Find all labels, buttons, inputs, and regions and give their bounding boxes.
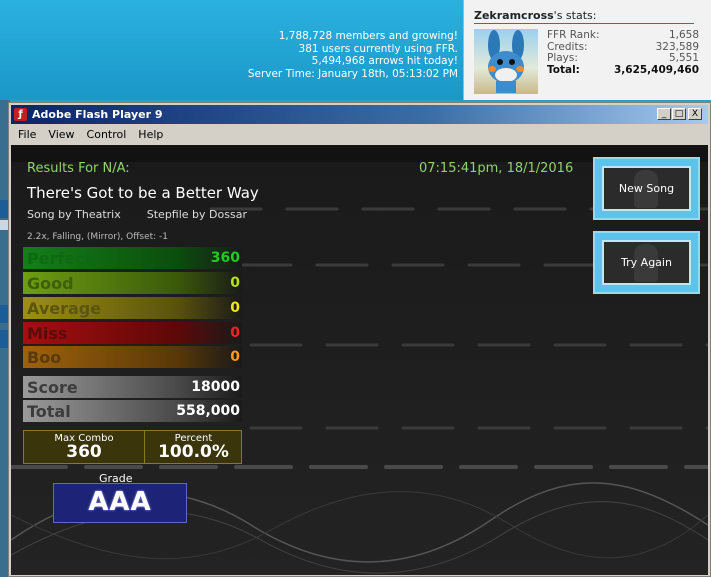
judge-label: Boo <box>27 348 62 367</box>
total-label: Total <box>27 402 71 421</box>
site-stats: 1,788,728 members and growing! 381 users… <box>248 30 458 80</box>
game-stage: Results For N/A: 07:15:41pm, 18/1/2016 T… <box>11 145 708 575</box>
stat-rank: FFR Rank: 1,658 <box>547 29 699 41</box>
stat-plays: Plays: 5,551 <box>547 52 699 64</box>
judge-value: 0 <box>230 300 240 316</box>
menu-file[interactable]: File <box>11 125 41 141</box>
song-credits: Song by Theatrix Stepfile by Dossar <box>27 208 247 221</box>
song-title: There's Got to be a Better Way <box>27 184 259 202</box>
new-song-button-inner: New Song <box>602 166 691 211</box>
judge-perfect: Perfect 360 <box>23 247 242 269</box>
arrows-hit: 5,494,968 arrows hit today! <box>311 55 458 67</box>
username-link[interactable]: Zekramcross <box>474 9 554 22</box>
judge-boo: Boo 0 <box>23 346 242 368</box>
menu-bar: File View Control Help <box>11 125 708 143</box>
grade-box: AAA <box>53 483 187 523</box>
judge-average: Average 0 <box>23 297 242 319</box>
minimize-button[interactable]: _ <box>657 108 671 120</box>
users-online: 381 users currently using FFR. <box>298 42 458 55</box>
try-again-button[interactable]: Try Again <box>593 231 700 294</box>
combo-divider <box>144 431 145 463</box>
judge-value: 360 <box>210 250 240 266</box>
judge-label: Miss <box>27 324 68 343</box>
percent-value: 100.0% <box>158 442 229 462</box>
server-time: Server Time: January 18th, 05:13:02 PM <box>247 67 458 80</box>
members-count: 1,788,728 members and growing! <box>278 30 458 42</box>
mods-line: 2.2x, Falling, (Mirror), Offset: -1 <box>27 232 169 242</box>
try-again-button-inner: Try Again <box>602 240 691 285</box>
score-value: 18000 <box>191 379 240 395</box>
user-stats-title: Zekramcross's stats: <box>474 9 694 24</box>
flash-icon: ƒ <box>14 108 27 121</box>
score-label: Score <box>27 378 78 397</box>
timestamp: 07:15:41pm, 18/1/2016 <box>419 161 574 176</box>
judge-value: 0 <box>230 325 240 341</box>
combo-percent-box: Max Combo 360 Percent 100.0% <box>23 430 242 464</box>
grade-value: AAA <box>88 487 152 517</box>
stat-total: Total: 3,625,409,460 <box>547 63 699 76</box>
stepfile-author: Stepfile by Dossar <box>146 208 247 221</box>
menu-control[interactable]: Control <box>80 125 132 141</box>
score-row: Score 18000 <box>23 376 242 398</box>
window-title: Adobe Flash Player 9 <box>32 108 163 121</box>
judge-miss: Miss 0 <box>23 322 242 344</box>
judge-label: Good <box>27 274 74 293</box>
judge-value: 0 <box>230 275 240 291</box>
maximize-button[interactable]: □ <box>672 108 686 120</box>
total-row: Total 558,000 <box>23 400 242 422</box>
judge-good: Good 0 <box>23 272 242 294</box>
judge-label: Perfect <box>27 249 93 268</box>
results-header: Results For N/A: <box>27 161 130 176</box>
song-artist: Song by Theatrix <box>27 208 121 221</box>
try-again-label: Try Again <box>621 256 672 269</box>
new-song-button[interactable]: New Song <box>593 157 700 220</box>
menu-view[interactable]: View <box>41 125 79 141</box>
judge-value: 0 <box>230 349 240 365</box>
stats-table: FFR Rank: 1,658 Credits: 323,589 Plays: 5,5… <box>547 29 699 76</box>
menu-help[interactable]: Help <box>131 125 168 141</box>
judge-label: Average <box>27 299 102 318</box>
max-combo-value: 360 <box>66 442 102 462</box>
window-titlebar[interactable]: ƒ Adobe Flash Player 9 _ □ X <box>11 105 708 124</box>
avatar[interactable] <box>474 29 538 94</box>
total-value: 558,000 <box>176 403 240 419</box>
new-song-label: New Song <box>618 182 675 195</box>
flash-player-window: ƒ Adobe Flash Player 9 _ □ X File View Con… <box>8 102 711 577</box>
user-stats-panel: Zekramcross's stats: FFR Rank: 1,658 Cred… <box>463 0 711 100</box>
close-button[interactable]: X <box>688 108 702 120</box>
